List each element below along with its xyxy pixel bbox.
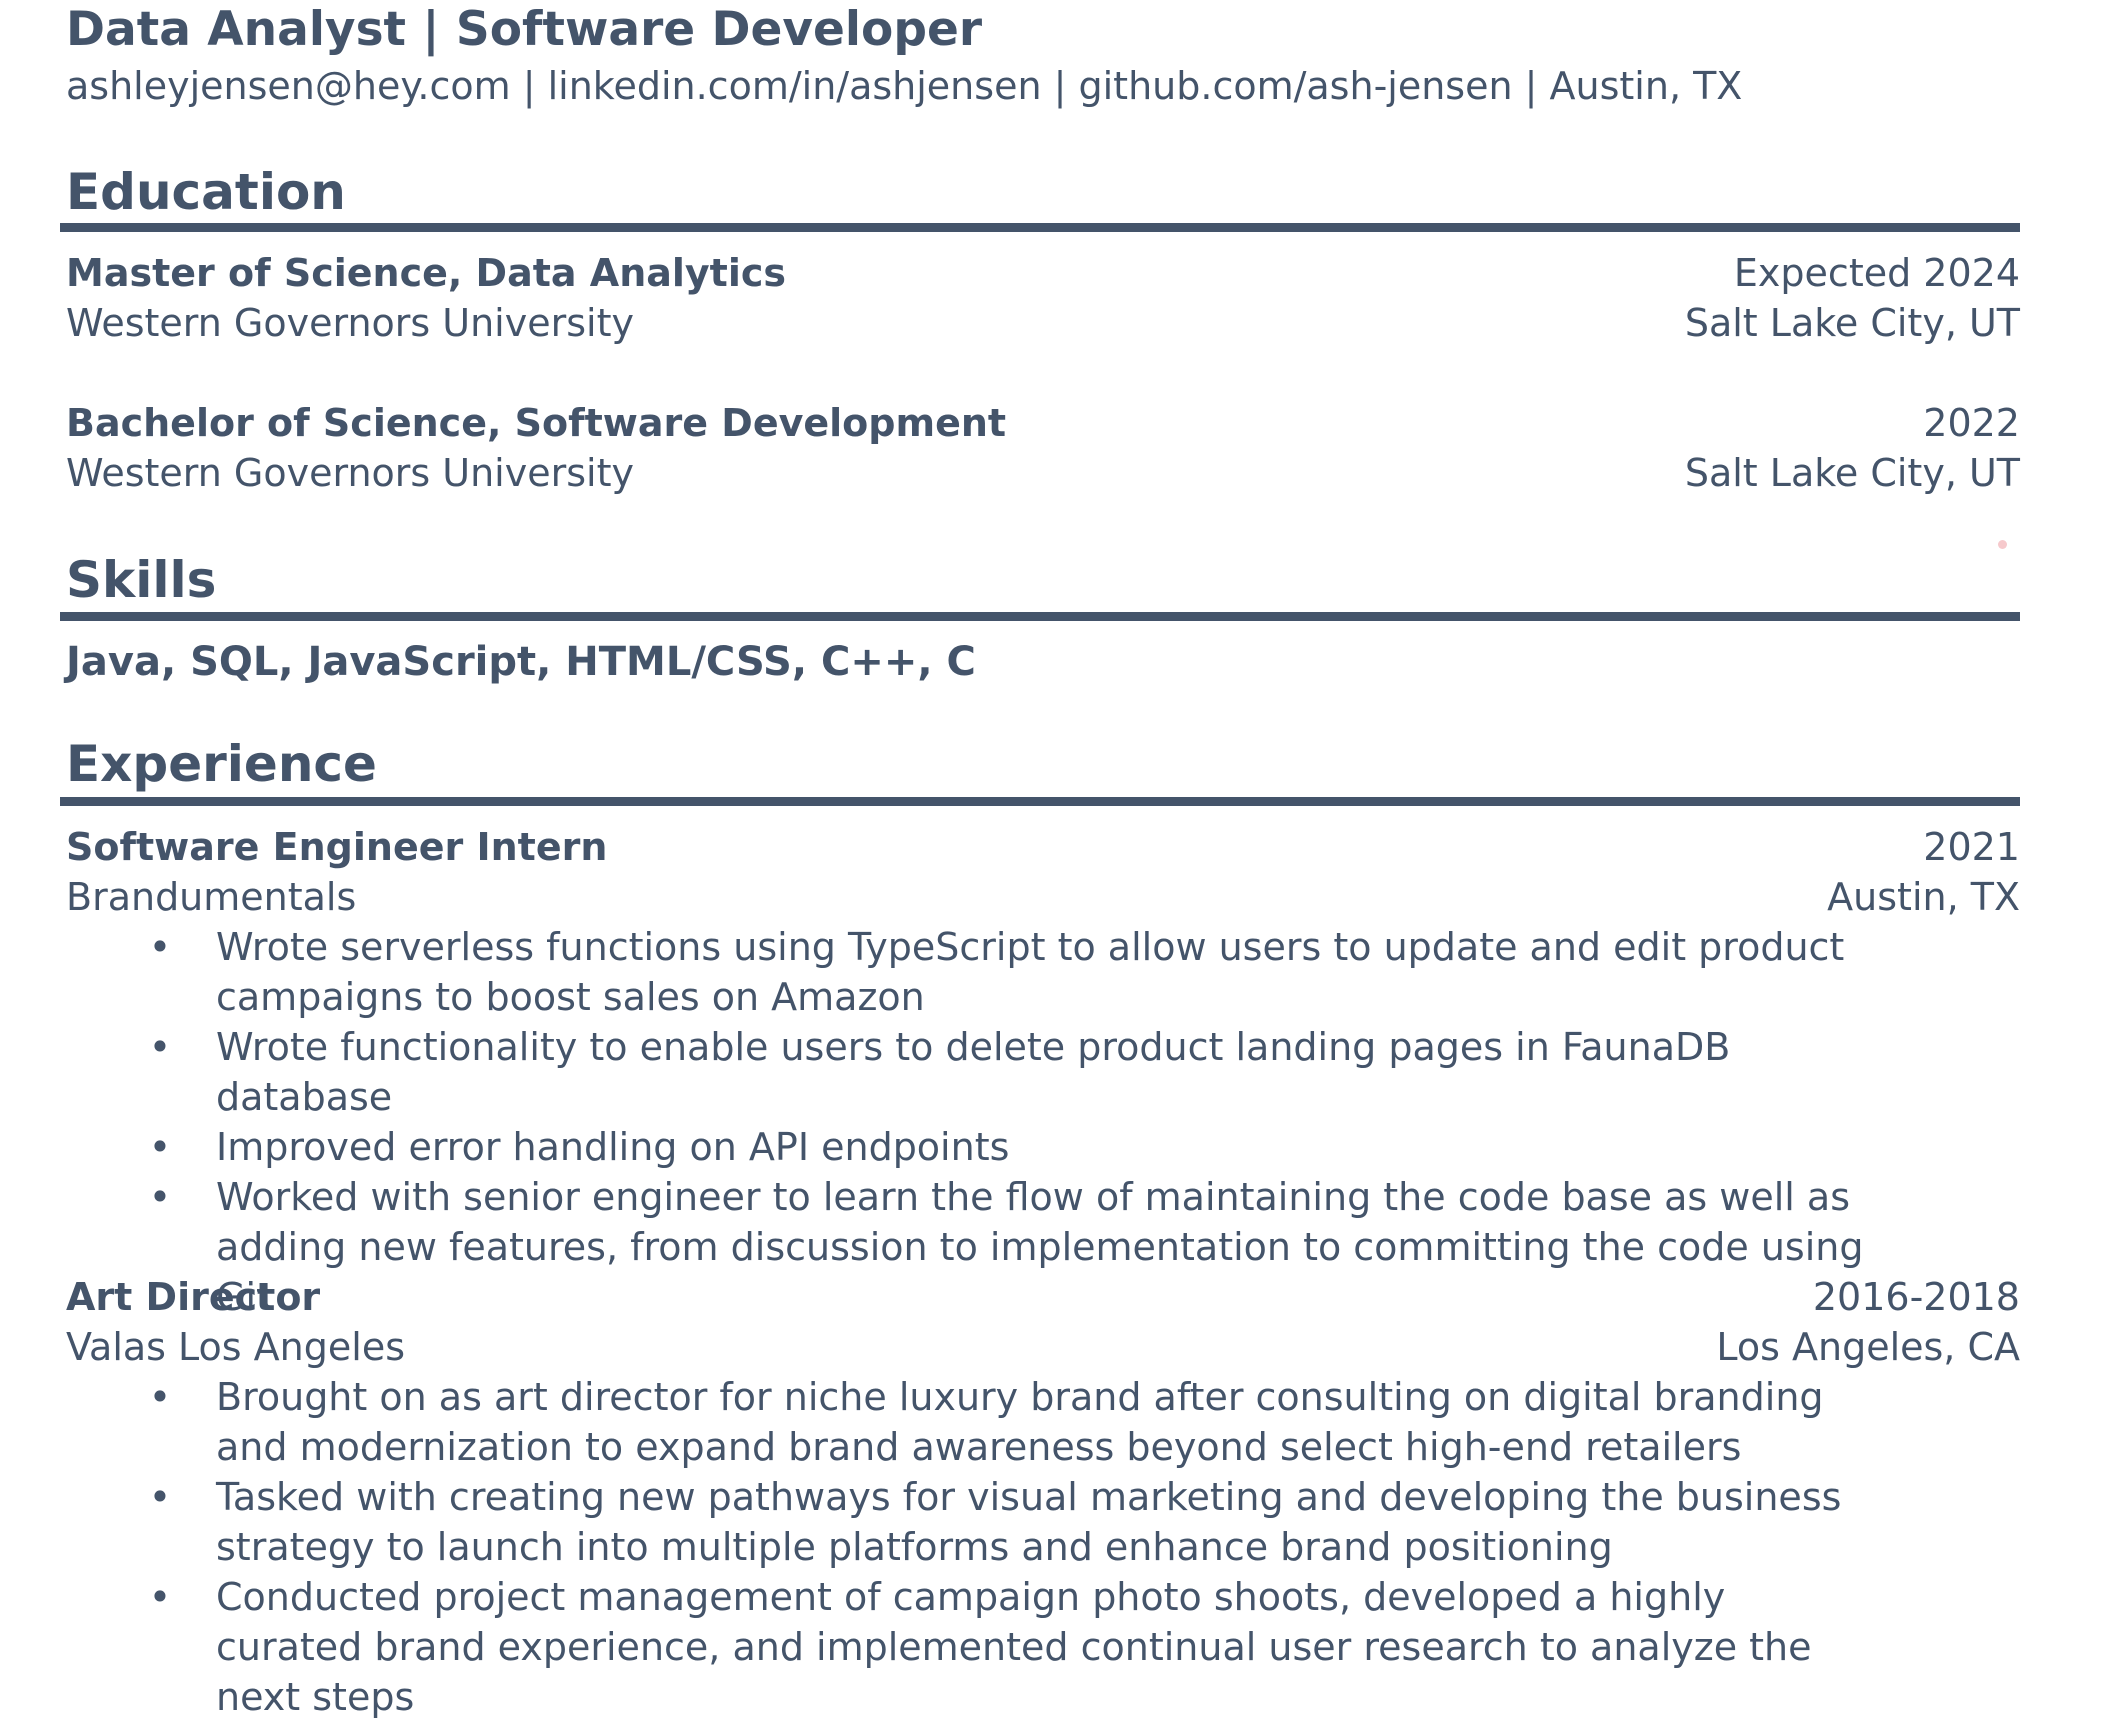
degree-date: Expected 2024: [1733, 251, 2020, 295]
degree-date: 2022: [1923, 401, 2020, 445]
bullet-icon: •: [148, 1475, 172, 1519]
list-item: • Improved error handling on API endpoin…: [66, 1122, 2020, 1172]
school-name: Western Governors University: [66, 451, 634, 495]
job-1-details: Brandumentals Austin, TX: [66, 872, 2020, 922]
experience-divider: [60, 797, 2020, 806]
list-item: • Conducted project management of campai…: [66, 1572, 2020, 1722]
degree-title: Master of Science, Data Analytics: [66, 251, 787, 295]
job-title: Software Engineer Intern: [66, 825, 608, 869]
bullet-icon: •: [148, 1125, 172, 1169]
bullet-text: Tasked with creating new pathways for vi…: [216, 1475, 1842, 1569]
job-2-details: Valas Los Angeles Los Angeles, CA: [66, 1322, 2020, 1372]
list-item: • Wrote functionality to enable users to…: [66, 1022, 2020, 1122]
job-title: Art Director: [66, 1275, 321, 1319]
bullet-icon: •: [148, 925, 172, 969]
list-item: • Wrote serverless functions using TypeS…: [66, 922, 2020, 1022]
bullet-icon: •: [148, 1575, 172, 1619]
job-1-bullets: • Wrote serverless functions using TypeS…: [66, 922, 2020, 1322]
experience-heading: Experience: [66, 735, 377, 793]
list-item: • Tasked with creating new pathways for …: [66, 1472, 2020, 1572]
job-1-header: Software Engineer Intern 2021: [66, 822, 2020, 872]
job-date: 2016-2018: [1812, 1275, 2020, 1319]
skills-list: Java, SQL, JavaScript, HTML/CSS, C++, C: [66, 639, 976, 685]
list-item: • Brought on as art director for niche l…: [66, 1372, 2020, 1472]
bullet-text: Wrote serverless functions using TypeScr…: [216, 925, 1845, 1019]
bullet-text: Wrote functionality to enable users to d…: [216, 1025, 1731, 1119]
education-entry-2-header: Bachelor of Science, Software Developmen…: [66, 398, 2020, 448]
skills-divider: [60, 612, 2020, 621]
company-name: Brandumentals: [66, 875, 357, 919]
skills-heading: Skills: [66, 551, 217, 609]
bullet-text: Brought on as art director for niche lux…: [216, 1375, 1824, 1469]
job-date: 2021: [1923, 825, 2020, 869]
bullet-text: Improved error handling on API endpoints: [216, 1125, 1010, 1169]
company-name: Valas Los Angeles: [66, 1325, 405, 1369]
job-2-bullets: • Brought on as art director for niche l…: [66, 1372, 2020, 1722]
education-entry-2-details: Western Governors University Salt Lake C…: [66, 448, 2020, 498]
degree-title: Bachelor of Science, Software Developmen…: [66, 401, 1007, 445]
stray-mark: [1998, 540, 2007, 549]
job-2-header: Art Director 2016-2018: [66, 1272, 2020, 1322]
contact-line: ashleyjensen@hey.com | linkedin.com/in/a…: [66, 64, 1743, 108]
school-location: Salt Lake City, UT: [1684, 451, 2020, 495]
education-entry-1-header: Master of Science, Data Analytics Expect…: [66, 248, 2020, 298]
job-location: Austin, TX: [1827, 875, 2020, 919]
education-entry-1-details: Western Governors University Salt Lake C…: [66, 298, 2020, 348]
school-name: Western Governors University: [66, 301, 634, 345]
bullet-icon: •: [148, 1375, 172, 1419]
school-location: Salt Lake City, UT: [1684, 301, 2020, 345]
bullet-icon: •: [148, 1025, 172, 1069]
job-location: Los Angeles, CA: [1716, 1325, 2020, 1369]
bullet-icon: •: [148, 1175, 172, 1219]
education-divider: [60, 223, 2020, 232]
resume-headline: Data Analyst | Software Developer: [66, 2, 983, 57]
bullet-text: Conducted project management of campaign…: [216, 1575, 1812, 1719]
education-heading: Education: [66, 163, 346, 221]
